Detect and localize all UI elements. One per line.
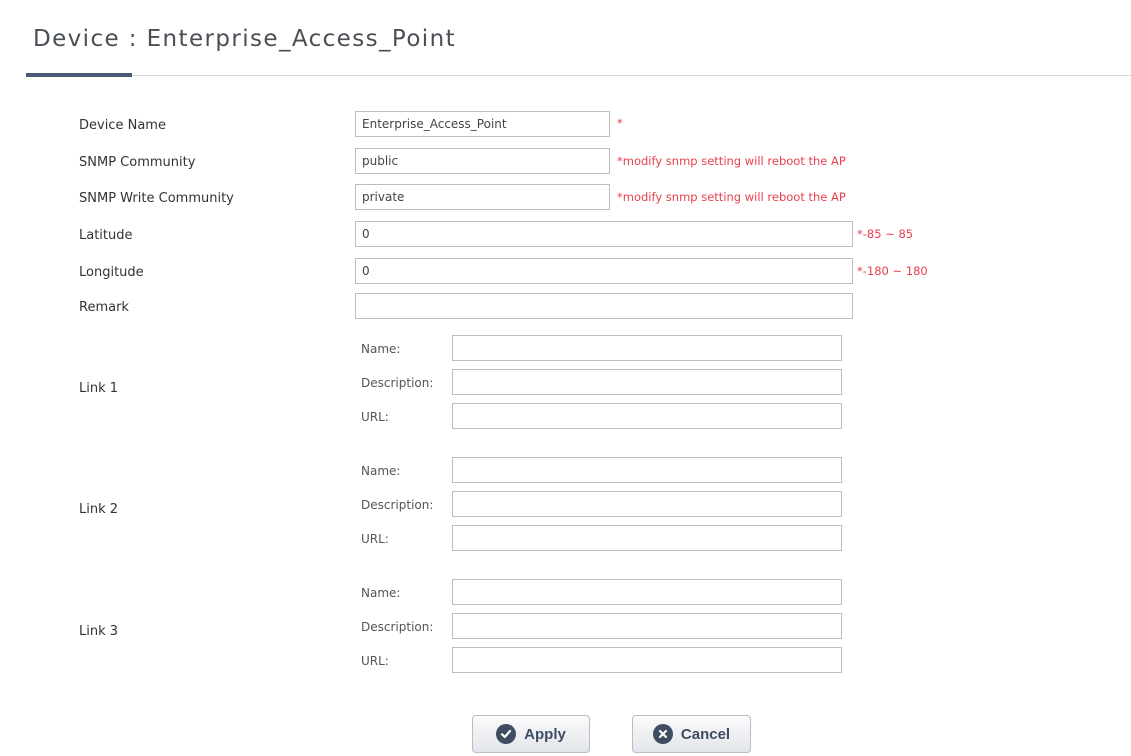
snmp-community-note: *modify snmp setting will reboot the AP xyxy=(617,154,846,168)
x-circle-icon xyxy=(652,724,673,744)
longitude-label: Longitude xyxy=(79,265,144,280)
link-1-name-label: Name: xyxy=(361,342,401,356)
latitude-label: Latitude xyxy=(79,228,133,243)
apply-button-label: Apply xyxy=(524,725,566,743)
link-3-url-label: URL: xyxy=(361,654,389,668)
link-1-url-label: URL: xyxy=(361,410,389,424)
link-3-name-label: Name: xyxy=(361,586,401,600)
link-1-name-input[interactable] xyxy=(452,335,842,361)
snmp-community-label: SNMP Community xyxy=(79,155,196,170)
check-circle-icon xyxy=(496,724,517,744)
link-1-description-input[interactable] xyxy=(452,369,842,395)
link-2-url-input[interactable] xyxy=(452,525,842,551)
cancel-button-label: Cancel xyxy=(680,725,731,743)
snmp-write-community-input[interactable]: private xyxy=(355,184,610,210)
latitude-input[interactable]: 0 xyxy=(355,221,853,247)
snmp-write-community-note: *modify snmp setting will reboot the AP xyxy=(617,190,846,204)
link-2-label: Link 2 xyxy=(79,502,119,517)
link-2-description-input[interactable] xyxy=(452,491,842,517)
link-3-label: Link 3 xyxy=(79,624,119,639)
snmp-write-community-label: SNMP Write Community xyxy=(79,191,234,206)
latitude-range-note: *-85 ~ 85 xyxy=(857,227,914,241)
link-2-description-label: Description: xyxy=(361,498,434,512)
title-divider xyxy=(26,75,1131,76)
link-2-name-label: Name: xyxy=(361,464,401,478)
remark-input[interactable] xyxy=(355,293,853,319)
link-3-name-input[interactable] xyxy=(452,579,842,605)
link-1-label: Link 1 xyxy=(79,381,119,396)
device-name-required-note: * xyxy=(617,116,623,130)
link-3-description-input[interactable] xyxy=(452,613,842,639)
remark-label: Remark xyxy=(79,300,129,315)
longitude-input[interactable]: 0 xyxy=(355,258,853,284)
apply-button[interactable]: Apply xyxy=(472,715,590,753)
device-name-input[interactable]: Enterprise_Access_Point xyxy=(355,111,610,137)
link-3-description-label: Description: xyxy=(361,620,434,634)
snmp-community-input[interactable]: public xyxy=(355,148,610,174)
longitude-range-note: *-180 ~ 180 xyxy=(857,264,928,278)
link-2-url-label: URL: xyxy=(361,532,389,546)
page-title: Device : Enterprise_Access_Point xyxy=(33,26,456,52)
device-name-label: Device Name xyxy=(79,118,166,133)
cancel-button[interactable]: Cancel xyxy=(632,715,751,753)
link-2-name-input[interactable] xyxy=(452,457,842,483)
link-1-url-input[interactable] xyxy=(452,403,842,429)
title-accent-bar xyxy=(26,73,132,77)
link-1-description-label: Description: xyxy=(361,376,434,390)
link-3-url-input[interactable] xyxy=(452,647,842,673)
